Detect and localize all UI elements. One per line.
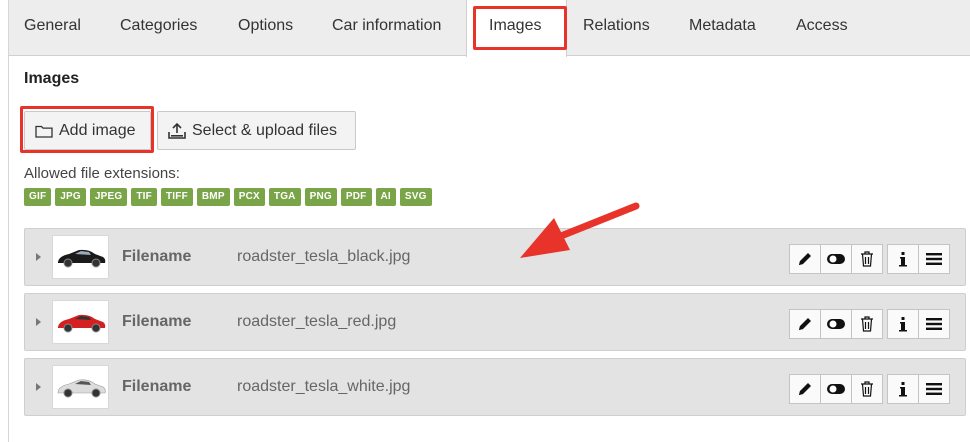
file-row[interactable]: Filename roadster_tesla_white.jpg xyxy=(24,358,966,416)
filename-value: roadster_tesla_black.jpg xyxy=(237,248,411,265)
edit-icon[interactable] xyxy=(789,374,821,404)
drag-handle-icon[interactable] xyxy=(918,374,950,404)
car-thumbnail xyxy=(52,300,109,344)
extension-badge: PNG xyxy=(304,188,337,206)
extension-badge: SVG xyxy=(399,188,432,206)
tab-access[interactable]: Access xyxy=(796,17,848,35)
file-row[interactable]: Filename roadster_tesla_black.jpg xyxy=(24,228,966,286)
tab-general[interactable]: General xyxy=(24,17,81,35)
tab-relations[interactable]: Relations xyxy=(583,17,650,35)
toggle-icon[interactable] xyxy=(820,244,852,274)
filename-label: Filename xyxy=(122,313,192,330)
select-upload-button[interactable]: Select & upload files xyxy=(157,111,356,150)
extension-badge: AI xyxy=(375,188,396,206)
toggle-icon[interactable] xyxy=(820,309,852,339)
upload-icon xyxy=(168,122,186,139)
filename-value: roadster_tesla_red.jpg xyxy=(237,313,397,330)
car-thumbnail xyxy=(52,365,109,409)
section-title: Images xyxy=(24,70,80,87)
info-icon[interactable] xyxy=(887,244,919,274)
row-actions xyxy=(789,309,950,339)
annotation-arrow-icon xyxy=(520,202,640,258)
filename-label: Filename xyxy=(122,378,192,395)
row-actions xyxy=(789,244,950,274)
extension-badges: GIF JPG JPEG TIF TIFF BMP PCX TGA PNG PD… xyxy=(24,188,432,206)
delete-icon[interactable] xyxy=(851,309,883,339)
extension-badge: GIF xyxy=(24,188,52,206)
edit-icon[interactable] xyxy=(789,244,821,274)
expand-caret-icon[interactable] xyxy=(36,253,41,261)
extension-badge: BMP xyxy=(196,188,230,206)
file-row[interactable]: Filename roadster_tesla_red.jpg xyxy=(24,293,966,351)
filename-value: roadster_tesla_white.jpg xyxy=(237,378,411,395)
expand-caret-icon[interactable] xyxy=(36,318,41,326)
extension-badge: TIF xyxy=(131,188,157,206)
edit-icon[interactable] xyxy=(789,309,821,339)
extension-badge: TGA xyxy=(268,188,301,206)
allowed-extensions-label: Allowed file extensions: xyxy=(24,165,180,182)
extension-badge: JPG xyxy=(55,188,86,206)
extension-badge: TIFF xyxy=(160,188,193,206)
tab-options[interactable]: Options xyxy=(238,17,293,35)
select-upload-label: Select & upload files xyxy=(192,121,337,139)
delete-icon[interactable] xyxy=(851,244,883,274)
tab-categories[interactable]: Categories xyxy=(120,17,197,35)
drag-handle-icon[interactable] xyxy=(918,309,950,339)
info-icon[interactable] xyxy=(887,374,919,404)
delete-icon[interactable] xyxy=(851,374,883,404)
info-icon[interactable] xyxy=(887,309,919,339)
tab-images-highlight xyxy=(473,6,567,50)
tab-metadata[interactable]: Metadata xyxy=(689,17,756,35)
extension-badge: PCX xyxy=(233,188,265,206)
expand-caret-icon[interactable] xyxy=(36,383,41,391)
add-image-highlight xyxy=(20,106,154,153)
extension-badge: JPEG xyxy=(89,188,128,206)
filename-label: Filename xyxy=(122,248,192,265)
toggle-icon[interactable] xyxy=(820,374,852,404)
extension-badge: PDF xyxy=(340,188,372,206)
drag-handle-icon[interactable] xyxy=(918,244,950,274)
car-thumbnail xyxy=(52,235,109,279)
row-actions xyxy=(789,374,950,404)
tab-car-information[interactable]: Car information xyxy=(332,17,441,35)
